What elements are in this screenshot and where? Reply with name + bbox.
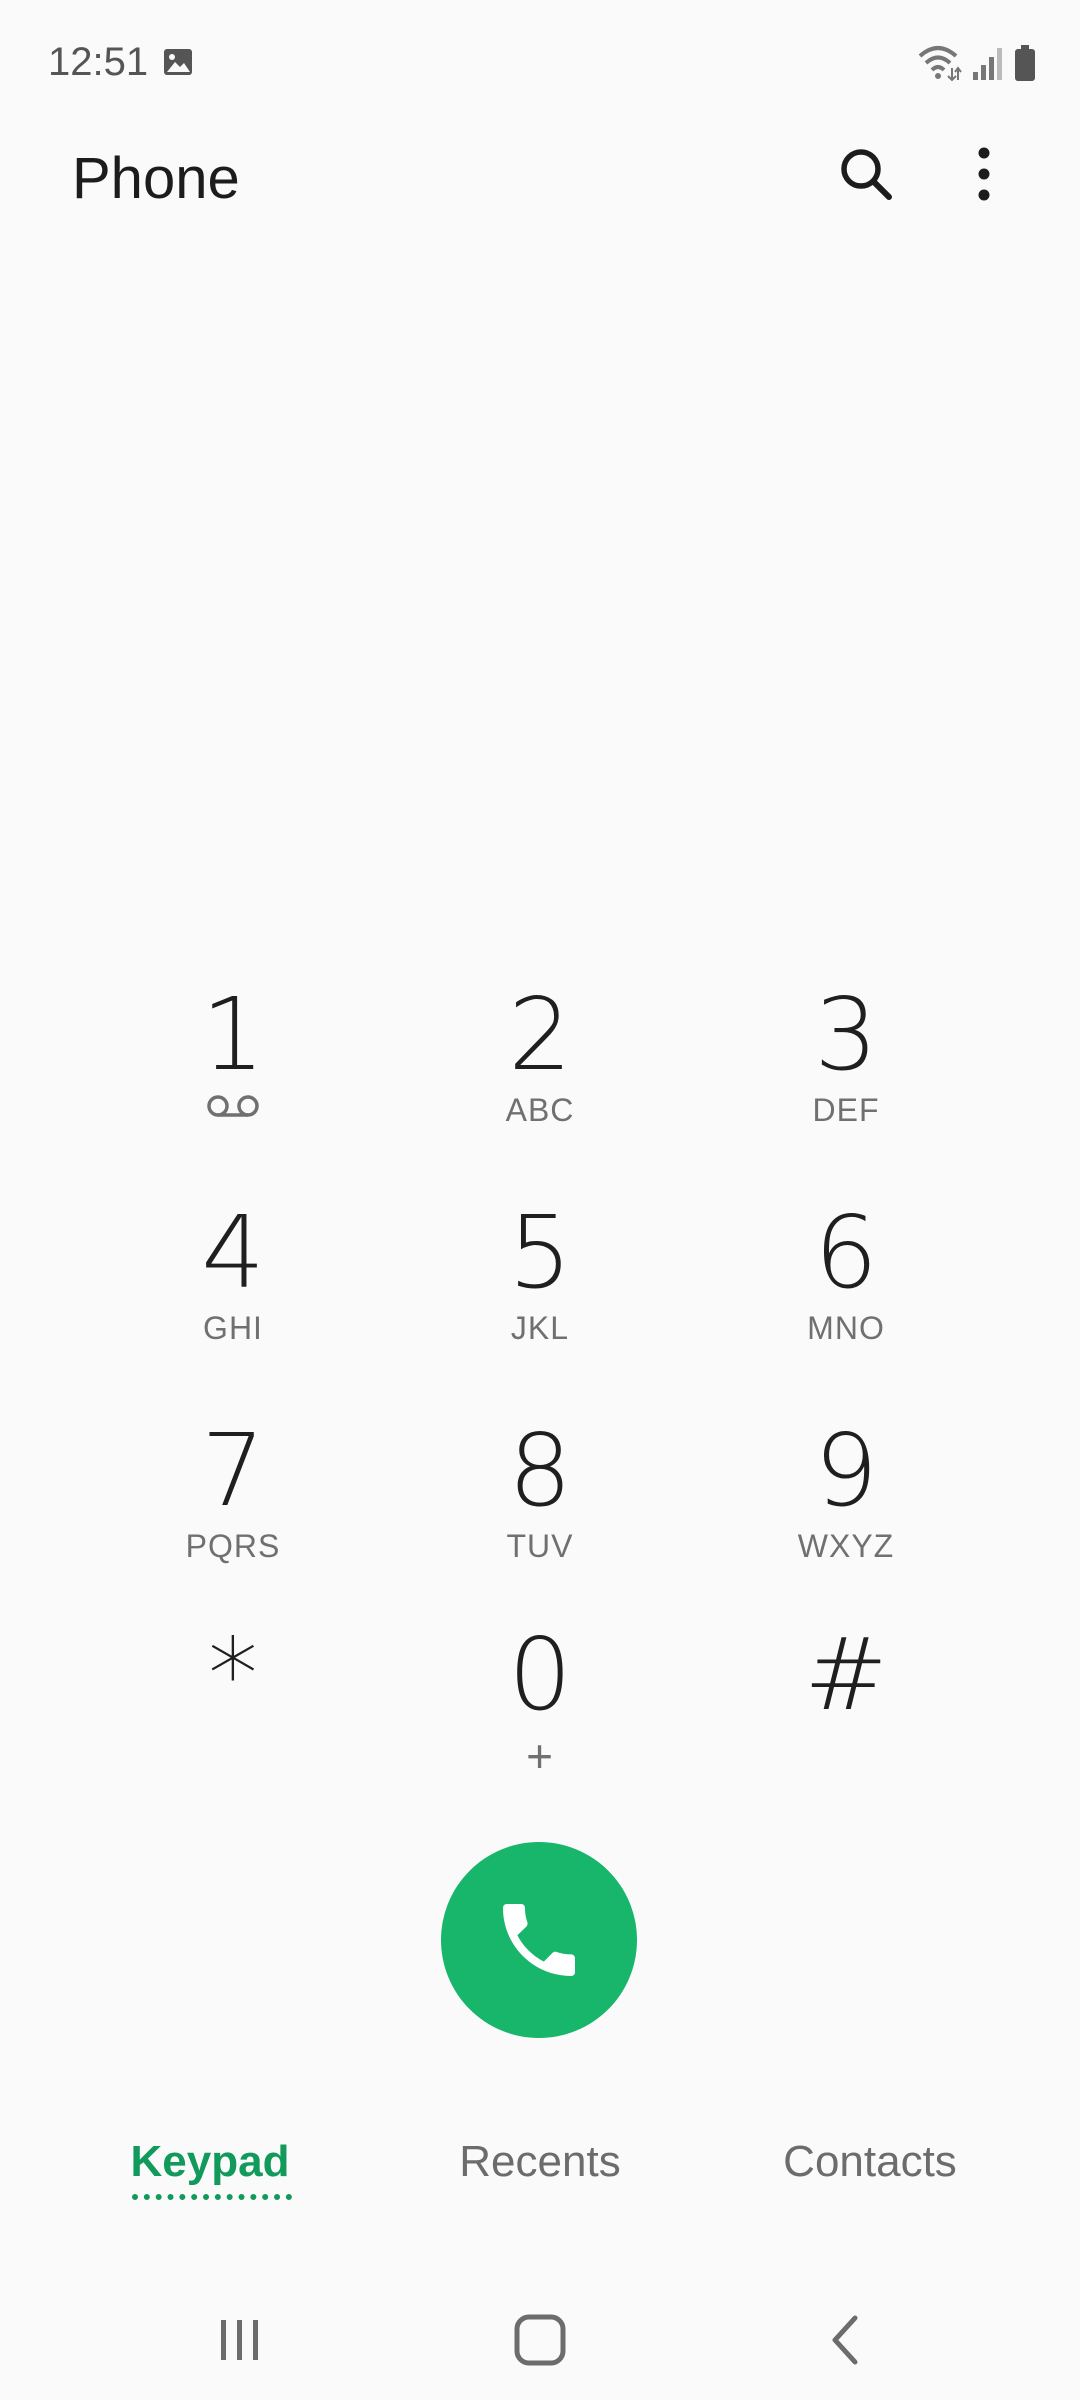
key-4[interactable]: 4 GHI [113, 1198, 353, 1398]
status-icons [918, 40, 1036, 86]
phone-icon [503, 1904, 575, 1976]
key-2[interactable]: 2 ABC [420, 980, 660, 1180]
tab-selected-indicator [132, 2194, 292, 2200]
key-digit: 5 [508, 1194, 572, 1311]
key-digit: 0 [508, 1616, 572, 1733]
recent-apps-button[interactable] [190, 2290, 290, 2390]
key-digit: * [208, 1616, 258, 1733]
key-letters: MNO [807, 1310, 885, 1346]
key-7[interactable]: 7 PQRS [113, 1416, 353, 1616]
wifi-icon [918, 46, 962, 82]
tab-contacts[interactable]: Contacts [760, 2134, 980, 2190]
key-star[interactable]: * [113, 1620, 353, 1820]
status-bar: 12:51 [0, 0, 1080, 120]
back-icon [832, 2315, 858, 2365]
key-letters: + [526, 1730, 554, 1782]
key-letters: GHI [203, 1310, 263, 1346]
key-8[interactable]: 8 TUV [420, 1416, 660, 1616]
key-digit: 7 [201, 1412, 265, 1529]
home-icon [514, 2314, 566, 2366]
key-digit: 1 [201, 976, 265, 1093]
call-button[interactable] [441, 1842, 637, 2038]
key-letters: ABC [505, 1092, 575, 1128]
home-button[interactable] [490, 2290, 590, 2390]
key-letters: DEF [812, 1092, 880, 1128]
key-9[interactable]: 9 WXYZ [726, 1416, 966, 1616]
key-letters: JKL [510, 1310, 570, 1346]
key-5[interactable]: 5 JKL [420, 1198, 660, 1398]
key-digit: 4 [201, 1194, 265, 1311]
key-digit: # [804, 1616, 888, 1733]
key-digit: 8 [508, 1412, 572, 1529]
status-time: 12:51 [48, 40, 149, 84]
search-icon [841, 149, 892, 200]
key-letters: WXYZ [797, 1528, 895, 1564]
more-options-icon [978, 147, 990, 201]
key-digit: 6 [814, 1194, 878, 1311]
back-button[interactable] [795, 2290, 895, 2390]
app-bar: Phone [0, 120, 1080, 230]
page-title: Phone [72, 146, 240, 211]
key-hash[interactable]: # [726, 1620, 966, 1820]
key-3[interactable]: 3 DEF [726, 980, 966, 1180]
tab-keypad[interactable]: Keypad [130, 2134, 290, 2190]
bottom-tabs: Keypad Recents Contacts [0, 2120, 1080, 2240]
signal-icon [973, 48, 1002, 80]
key-6[interactable]: 6 MNO [726, 1198, 966, 1398]
voicemail-icon [207, 1095, 259, 1117]
key-1[interactable]: 1 [113, 980, 353, 1180]
key-0[interactable]: 0 + [420, 1620, 660, 1820]
recent-apps-icon [221, 2320, 258, 2360]
key-digit: 9 [814, 1412, 878, 1529]
key-digit: 2 [508, 976, 572, 1093]
key-letters: PQRS [185, 1528, 281, 1564]
key-letters: TUV [506, 1528, 574, 1564]
system-nav-bar [0, 2270, 1080, 2400]
gallery-icon [164, 49, 192, 75]
key-digit: 3 [814, 976, 878, 1093]
battery-icon [1015, 45, 1035, 81]
more-options-button[interactable] [936, 126, 1032, 222]
search-button[interactable] [818, 126, 914, 222]
tab-recents[interactable]: Recents [430, 2134, 650, 2190]
